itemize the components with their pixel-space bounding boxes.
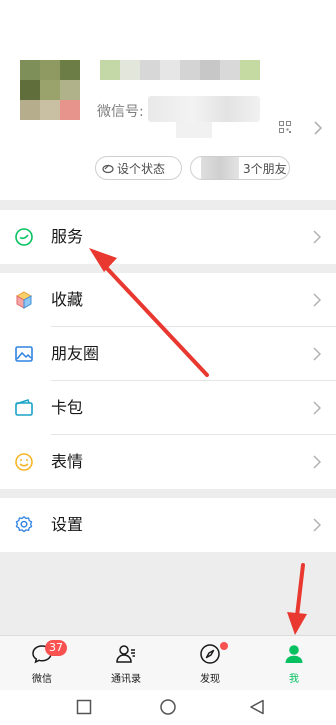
tab-contacts[interactable]: 通讯录	[84, 636, 168, 691]
menu-item-service[interactable]: 服务	[0, 210, 336, 264]
menu-label-moments: 朋友圈	[51, 344, 100, 363]
menu-item-settings[interactable]: 设置	[0, 498, 336, 552]
tab-label-me: 我	[289, 674, 299, 685]
chevron-right-icon	[313, 293, 321, 307]
menu-item-moments[interactable]: 朋友圈	[0, 327, 336, 381]
chevron-right-icon	[313, 347, 321, 361]
tab-label-chats: 微信	[32, 674, 52, 685]
wechat-id-blurred-extra	[176, 122, 212, 138]
person-icon	[285, 645, 303, 663]
menu-label-favorites: 收藏	[51, 290, 84, 309]
menu-item-stickers[interactable]: 表情	[0, 435, 336, 489]
friends-status-button[interactable]: 3个朋友	[190, 156, 290, 180]
tab-label-contacts: 通讯录	[111, 674, 141, 685]
back-triangle-icon[interactable]	[248, 698, 266, 716]
contacts-icon	[116, 645, 135, 663]
moments-photo-icon	[15, 346, 33, 362]
chevron-right-icon	[313, 230, 321, 244]
profile-header[interactable]: 微信号: 设个状态 3个朋友	[0, 0, 336, 200]
menu-label-stickers: 表情	[51, 452, 84, 471]
qr-code-icon[interactable]	[279, 121, 291, 133]
friends-status-label: 3个朋友	[243, 161, 287, 176]
bottom-tab-bar: 37 微信 通讯录 发现 我	[0, 635, 336, 690]
set-status-button[interactable]: 设个状态	[95, 156, 182, 180]
avatar[interactable]	[20, 60, 80, 120]
recent-apps-square-icon[interactable]	[75, 698, 93, 716]
chevron-right-icon	[313, 518, 321, 532]
menu-label-settings: 设置	[51, 515, 84, 534]
set-status-label: 设个状态	[117, 161, 166, 176]
tab-chats[interactable]: 37 微信	[0, 636, 84, 691]
tab-me[interactable]: 我	[252, 636, 336, 691]
service-icon	[15, 228, 33, 246]
menu-label-cards: 卡包	[51, 398, 84, 417]
chevron-right-icon	[313, 401, 321, 415]
wechat-id-blurred	[148, 96, 260, 122]
nickname-blurred	[100, 60, 260, 80]
tab-label-discover: 发现	[200, 674, 220, 685]
annotation-arrow-me-head	[287, 612, 307, 635]
wechat-id-label: 微信号:	[97, 104, 144, 120]
chats-unread-badge: 37	[45, 640, 67, 656]
friends-avatars-blurred	[201, 157, 239, 179]
menu-item-favorites[interactable]: 收藏	[0, 273, 336, 327]
discover-new-dot	[220, 642, 228, 650]
menu-label-service: 服务	[51, 227, 84, 246]
chevron-right-icon	[313, 455, 321, 469]
status-icon	[102, 164, 114, 174]
tab-discover[interactable]: 发现	[168, 636, 252, 691]
cards-wallet-icon	[15, 399, 33, 416]
stickers-smiley-icon	[15, 453, 33, 471]
compass-icon	[200, 644, 220, 664]
favorites-cube-icon	[15, 291, 33, 309]
system-navigation-bar	[0, 690, 336, 725]
home-circle-icon[interactable]	[159, 698, 177, 716]
profile-chevron-right-icon[interactable]	[313, 121, 323, 135]
settings-gear-icon	[15, 516, 33, 533]
menu-item-cards[interactable]: 卡包	[0, 381, 336, 435]
